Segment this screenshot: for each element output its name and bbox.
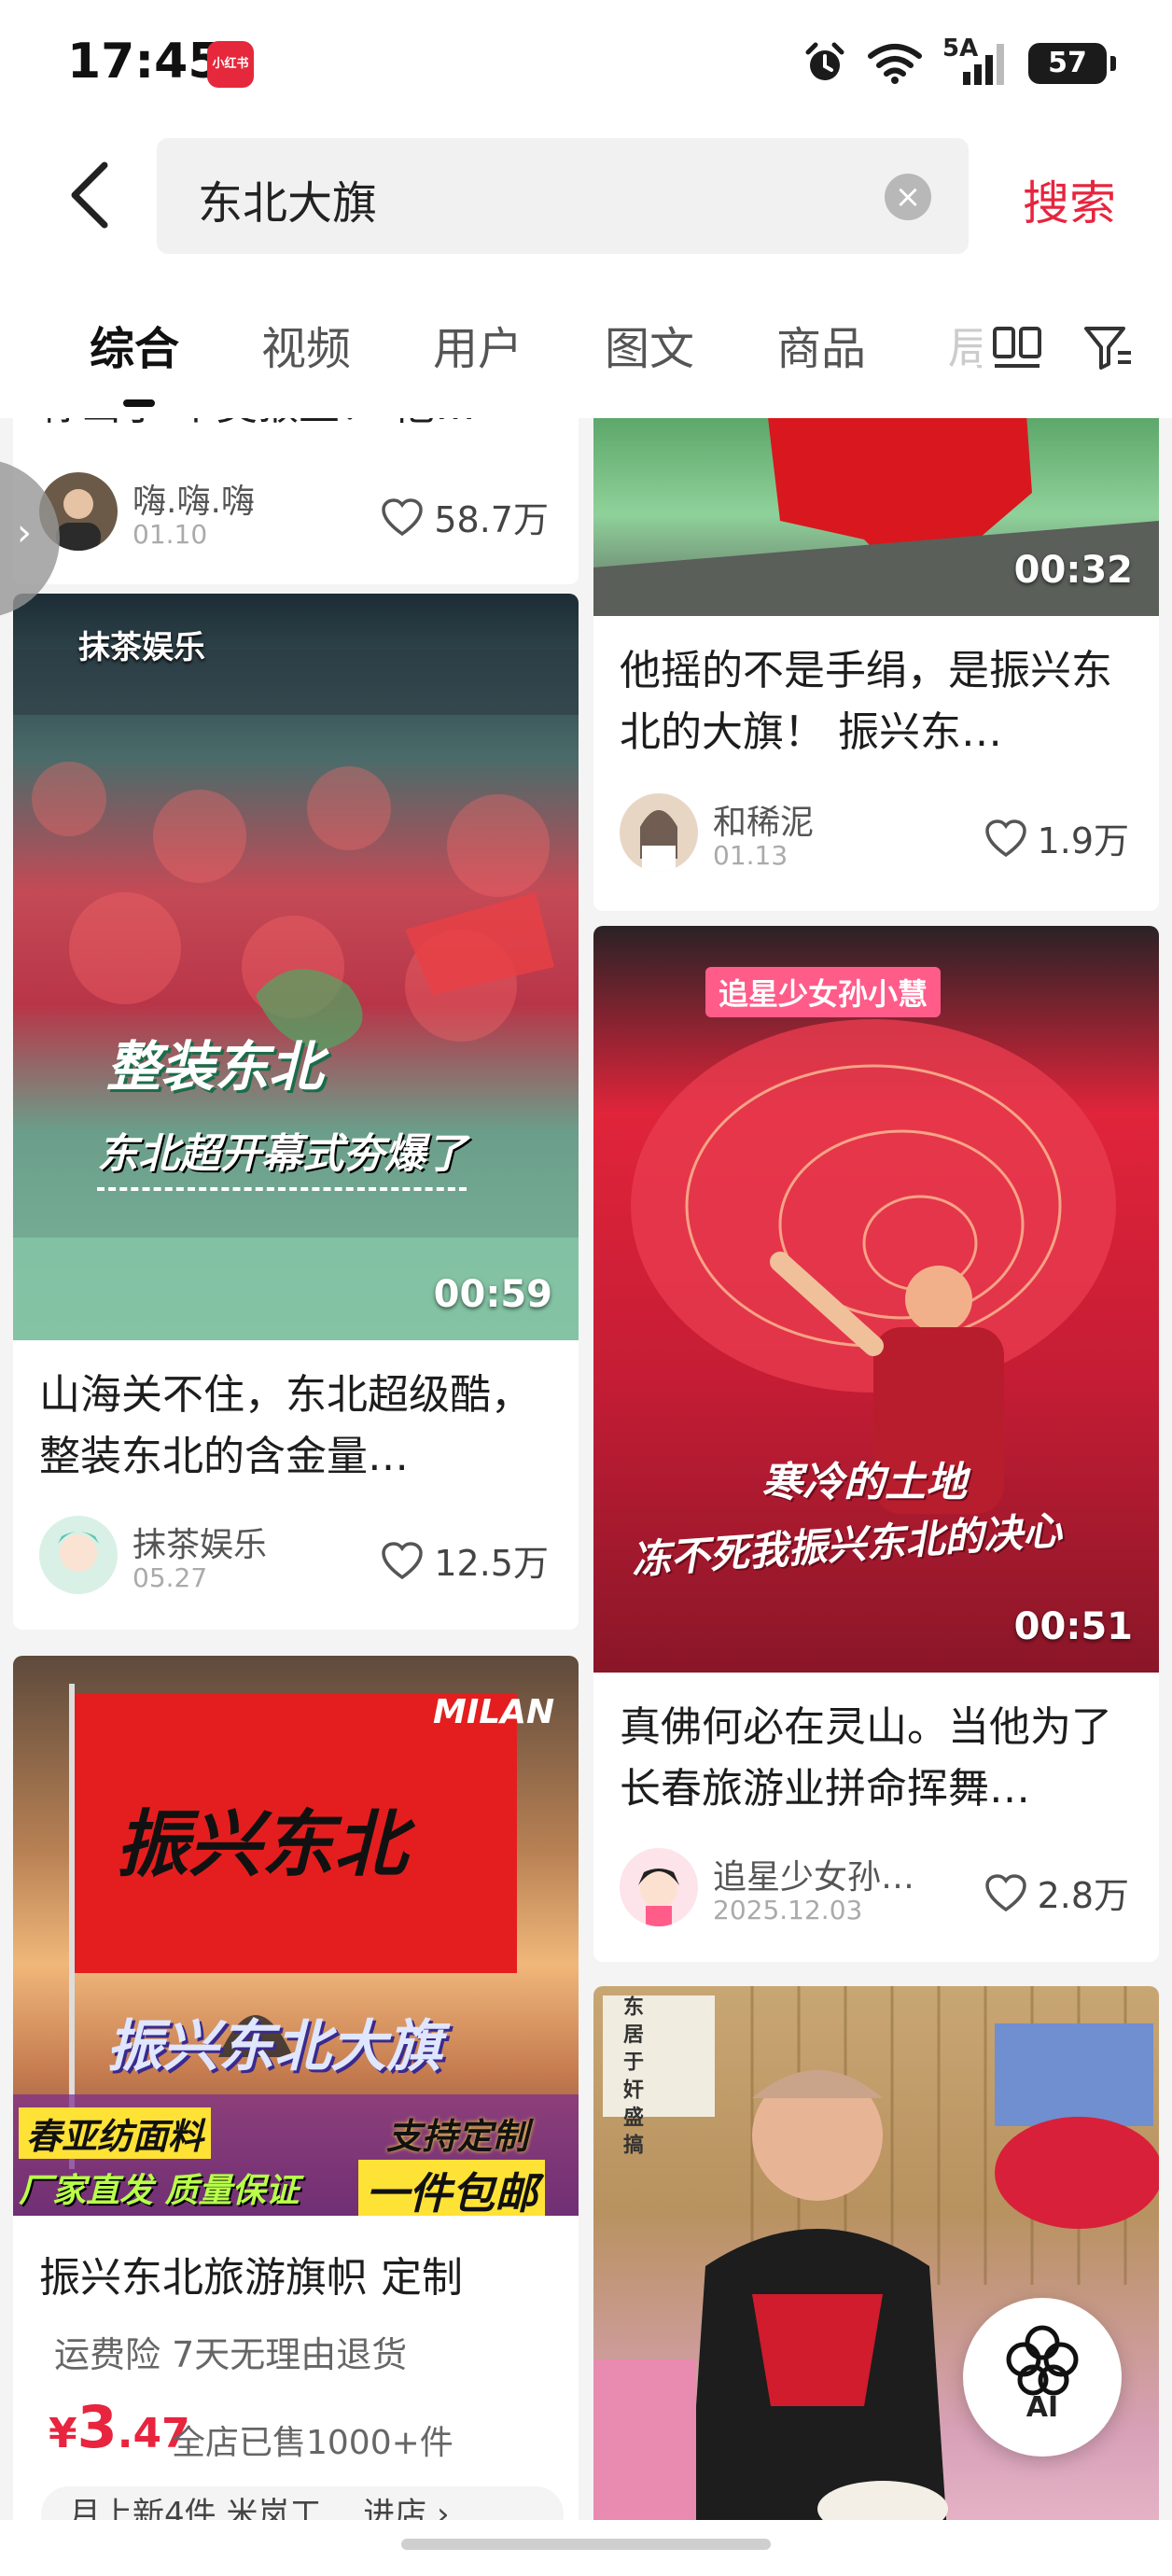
ai-assistant-button[interactable]: AI <box>963 2298 1122 2457</box>
back-arrow-icon <box>71 161 108 229</box>
product-title: 振兴东北旅游旗帜 定制 <box>39 2254 463 2302</box>
note-title: 真佛何必在灵山。当他为了长春旅游业拼命挥舞… <box>620 1703 1112 1813</box>
filter-icon[interactable] <box>1081 319 1137 375</box>
like-count: 1.9万 <box>1037 820 1129 861</box>
status-time: 17:45 <box>67 34 222 90</box>
author-name[interactable]: 追星少女孙… <box>713 1850 914 1898</box>
video-duration: 00:32 <box>1013 549 1133 592</box>
search-button[interactable]: 搜索 <box>1023 166 1116 233</box>
wifi-icon <box>868 44 922 84</box>
overlay-subtitle: 东北超开幕式夯爆了 <box>97 1120 467 1191</box>
heart-icon <box>984 819 1026 857</box>
status-icons: 5A 57 <box>802 36 1116 90</box>
close-icon: × <box>894 178 922 216</box>
channel-watermark: 追星少女孙小慧 <box>705 967 942 1017</box>
tab-image-text[interactable]: 图文 <box>605 312 694 377</box>
product-image[interactable]: 振兴东北 MILAN 振兴东北大旗 春亚纺面料 支持定制 厂家直发 质量保证 一… <box>13 1656 579 2216</box>
author-name[interactable]: 和稀泥 <box>713 795 814 844</box>
home-indicator[interactable] <box>401 2539 771 2550</box>
cell-signal-icon: 5A <box>942 36 1008 87</box>
note-title: 称山了 个莫猴王！ 他… <box>39 418 552 437</box>
price-integer: 3 <box>77 2393 118 2461</box>
app-badge-icon: 小红书 <box>207 41 254 88</box>
battery-indicator: 57 <box>1028 43 1116 84</box>
tab-users[interactable]: 用户 <box>433 312 523 377</box>
avatar[interactable] <box>39 1516 118 1594</box>
like-button[interactable]: 12.5万 <box>380 1534 549 1586</box>
promo-free-shipping: 一件包邮 <box>358 2160 545 2216</box>
promo-label-right: 支持定制 <box>386 2116 529 2157</box>
search-query: 东北大旗 <box>198 177 378 230</box>
ai-button-label: AI <box>1026 2391 1059 2424</box>
promo-guarantee: 厂家直发 质量保证 <box>19 2172 300 2210</box>
back-button[interactable] <box>56 153 121 237</box>
chevron-right-icon: › <box>17 511 32 554</box>
like-button[interactable]: 1.9万 <box>984 812 1129 863</box>
results-feed: 称山了 个莫猴王！ 他… 嗨.嗨.嗨 01.10 58.7万 <box>0 418 1172 2527</box>
filter-tabs: 综合 视频 用户 图文 商品 局 <box>0 280 1172 418</box>
heart-icon <box>984 1873 1026 1911</box>
avatar[interactable] <box>620 793 698 872</box>
clear-search-button[interactable]: × <box>885 174 931 220</box>
post-date: 05.27 <box>133 1562 208 1593</box>
tab-products[interactable]: 商品 <box>776 312 866 377</box>
post-date: 01.13 <box>713 840 788 871</box>
note-meta: 和稀泥 01.13 1.9万 <box>620 793 1133 877</box>
like-button[interactable]: 2.8万 <box>984 1867 1129 1918</box>
video-duration: 00:51 <box>1013 1605 1133 1648</box>
overlay-title: 寒冷的土地 <box>761 1459 967 1506</box>
promo-label-left: 春亚纺面料 <box>19 2107 212 2159</box>
note-card[interactable]: 抹茶娱乐 整装东北 东北超开幕式夯爆了 00:59 山海关不住，东北超级酷，整装… <box>13 594 579 1630</box>
search-input[interactable]: 东北大旗 × <box>157 138 969 254</box>
heart-icon <box>382 497 424 536</box>
note-card[interactable]: 00:32 他摇的不是手绢，是振兴东北的大旗！ 振兴东… 和稀泥 01.13 1… <box>593 418 1159 911</box>
alarm-icon <box>805 42 844 80</box>
post-date: 2025.12.03 <box>713 1895 863 1925</box>
note-card[interactable]: 称山了 个莫猴王！ 他… 嗨.嗨.嗨 01.10 58.7万 <box>13 418 579 584</box>
video-duration: 00:59 <box>433 1273 552 1316</box>
tab-video[interactable]: 视频 <box>261 312 351 377</box>
note-card[interactable]: 追星少女孙小慧 寒冷的土地 冻不死我振兴东北的决心 00:51 真佛何必在灵山。… <box>593 926 1159 1962</box>
product-perks: 运费险 7天无理由退货 <box>54 2334 408 2375</box>
post-date: 01.10 <box>133 519 208 550</box>
tab-comprehensive[interactable]: 综合 <box>90 312 179 377</box>
author-name[interactable]: 抹茶娱乐 <box>133 1518 267 1566</box>
brand-logo: MILAN <box>433 1693 555 1731</box>
avatar[interactable] <box>620 1848 698 1926</box>
channel-watermark: 抹茶娱乐 <box>78 629 205 666</box>
overlay-title: 整装东北 <box>106 1035 324 1099</box>
author-name[interactable]: 嗨.嗨.嗨 <box>133 474 255 523</box>
note-title: 山海关不住，东北超级酷，整装东北的含金量… <box>39 1371 532 1480</box>
active-tab-indicator <box>123 399 155 407</box>
video-thumbnail[interactable]: 追星少女孙小慧 寒冷的土地 冻不死我振兴东北的决心 00:51 <box>593 926 1159 1673</box>
sales-count: 全店已售1000+件 <box>172 2424 453 2462</box>
heart-icon <box>382 1541 424 1579</box>
product-price: ¥3.47 <box>49 2393 190 2461</box>
like-count: 58.7万 <box>434 499 549 540</box>
note-meta: 抹茶娱乐 05.27 12.5万 <box>39 1516 552 1600</box>
wall-calligraphy: 东 居 于 奸 盛 搞 <box>620 1995 643 2155</box>
flag-text: 振兴东北 <box>116 1803 408 1887</box>
note-meta: 嗨.嗨.嗨 01.10 58.7万 <box>39 472 552 556</box>
video-thumbnail[interactable]: 抹茶娱乐 整装东北 东北超开幕式夯爆了 00:59 <box>13 594 579 1340</box>
note-title: 他摇的不是手绢，是振兴东北的大旗！ 振兴东… <box>620 647 1112 756</box>
video-thumbnail[interactable]: 00:32 <box>593 418 1159 616</box>
product-card[interactable]: 振兴东北 MILAN 振兴东北大旗 春亚纺面料 支持定制 厂家直发 质量保证 一… <box>13 1656 579 2527</box>
like-button[interactable]: 58.7万 <box>380 491 549 542</box>
note-meta: 追星少女孙… 2025.12.03 2.8万 <box>620 1848 1133 1932</box>
price-symbol: ¥ <box>49 2410 77 2457</box>
tab-more[interactable]: 局 <box>948 312 982 377</box>
like-count: 2.8万 <box>1037 1875 1129 1916</box>
banner-text: 振兴东北大旗 <box>106 2014 442 2079</box>
like-count: 12.5万 <box>434 1543 549 1584</box>
layout-toggle-icon[interactable] <box>989 319 1045 375</box>
status-bar: 17:45 小红书 5A 57 <box>0 0 1172 131</box>
